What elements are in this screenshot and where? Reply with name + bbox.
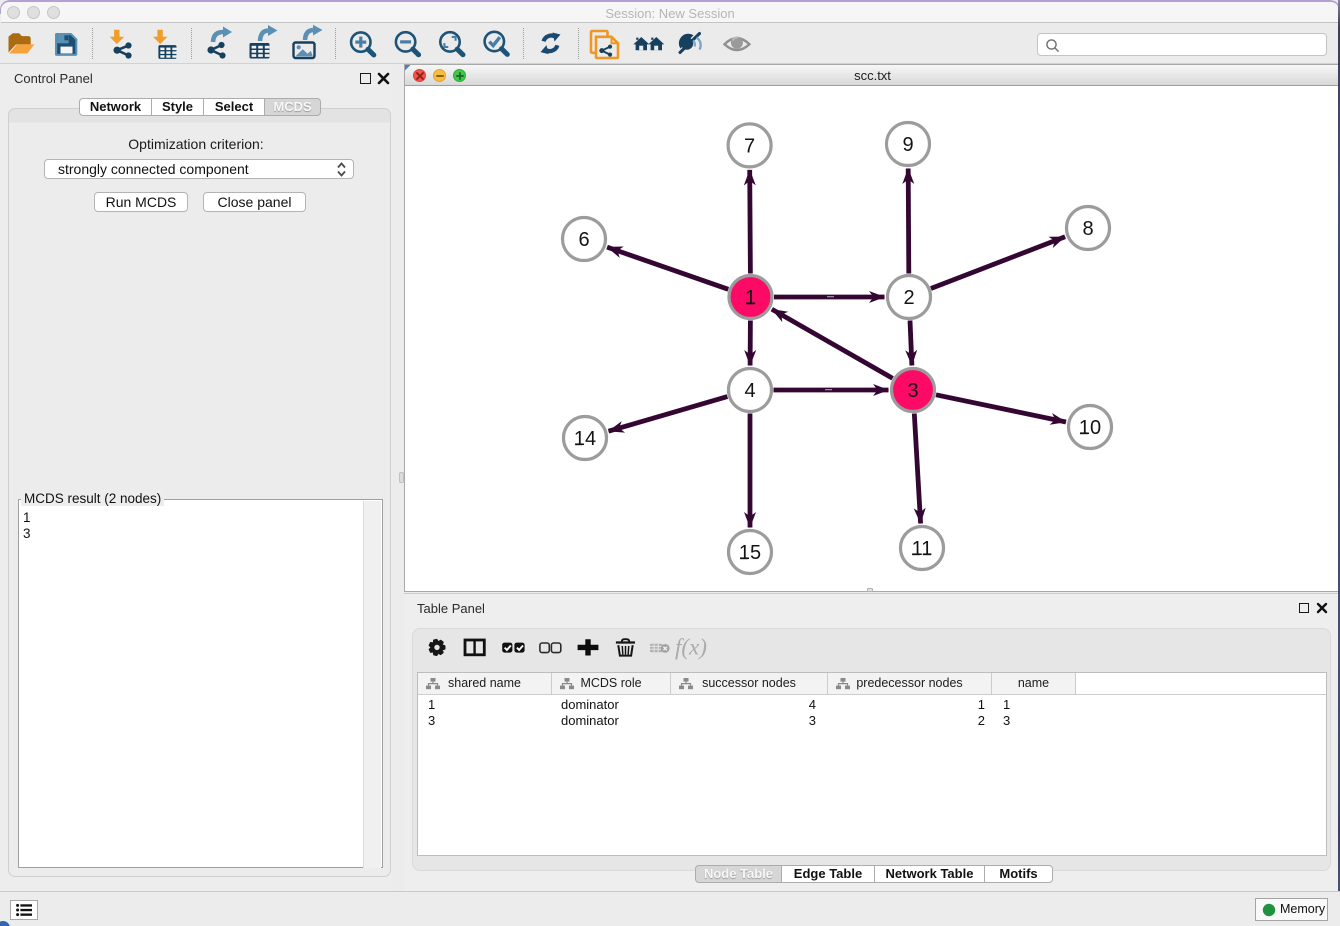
svg-text:15: 15 (739, 542, 761, 564)
svg-text:6: 6 (578, 229, 589, 251)
svg-text:7: 7 (744, 135, 755, 157)
svg-text:3: 3 (907, 380, 918, 402)
svg-text:10: 10 (1079, 417, 1101, 439)
svg-text:1: 1 (745, 287, 756, 309)
svg-text:f(x): f(x) (675, 635, 707, 660)
svg-text:9: 9 (902, 134, 913, 156)
svg-text:11: 11 (912, 538, 933, 560)
svg-text:14: 14 (574, 428, 596, 450)
svg-text:4: 4 (744, 380, 755, 402)
svg-text:8: 8 (1082, 218, 1093, 240)
svg-text:2: 2 (903, 287, 914, 309)
